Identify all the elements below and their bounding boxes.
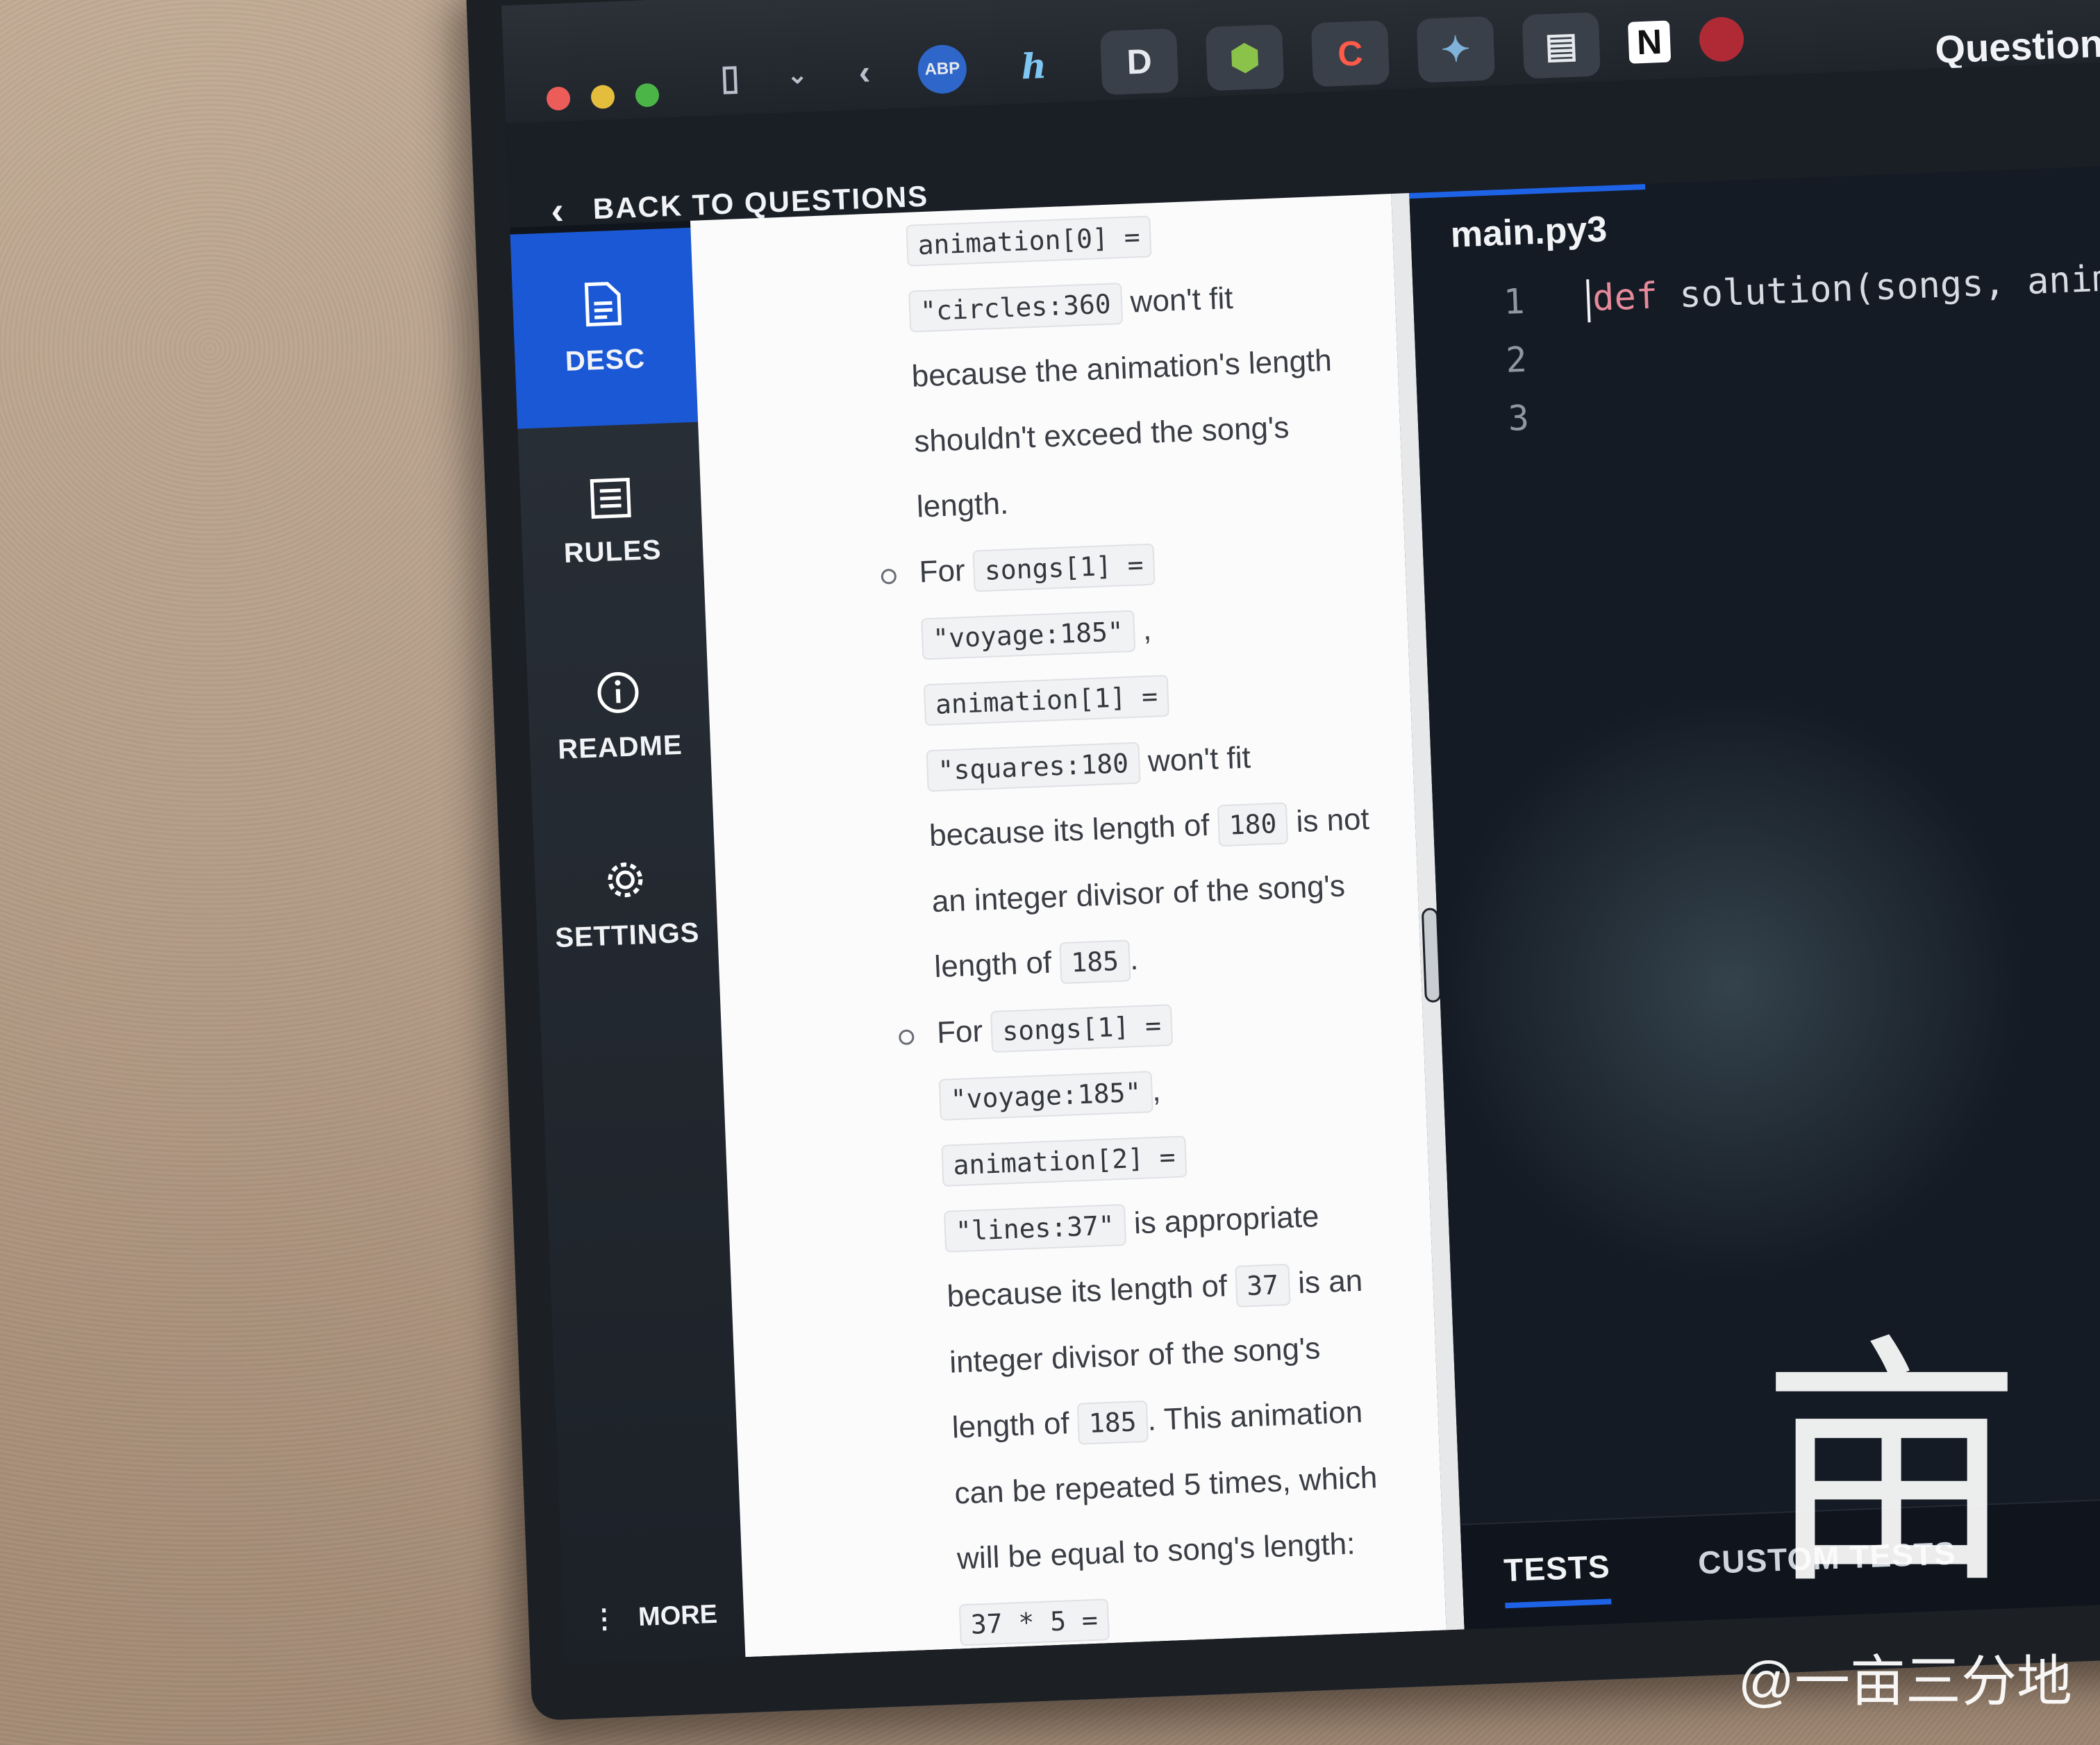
sidebar-item-label: README (557, 729, 683, 765)
inline-code: 185 (1059, 940, 1131, 985)
inline-code: 180 (1217, 802, 1289, 847)
terminal-extension-icon[interactable]: ▤ (1522, 12, 1601, 79)
shield-extension-icon[interactable]: ⬢ (1205, 24, 1285, 92)
more-label: MORE (638, 1599, 718, 1633)
abp-extension-icon[interactable]: ABP (917, 44, 968, 95)
inline-code: "voyage:185" (921, 610, 1135, 660)
desc-text: won't fit (1138, 740, 1251, 779)
bird-extension-icon[interactable]: ✦ (1416, 16, 1496, 83)
desc-text: won't fit (1121, 281, 1234, 320)
line-number: 2 (1505, 339, 1528, 381)
text-caret (1586, 279, 1591, 323)
desc-text: is appropriate (1124, 1199, 1320, 1241)
minimize-window-button[interactable] (590, 84, 615, 110)
desc-text: because the animation's length shouldn't… (910, 343, 1333, 524)
inline-code: 37 * 5 = (958, 1598, 1110, 1646)
code-token: solution(songs, anim (1656, 258, 2100, 317)
watermark-logo: 亩 (1760, 1312, 2024, 1620)
more-button[interactable]: ⋮ MORE (590, 1599, 718, 1635)
desc-text: . (1129, 942, 1140, 977)
editor-file-tab[interactable]: main.py3 (1409, 184, 1649, 275)
sidebar-item-label: RULES (563, 534, 662, 569)
desc-bullet-1: For songs[1] = "voyage:185" , animation[… (881, 523, 1380, 1001)
line-number: 3 (1507, 397, 1530, 439)
red-extension-icon[interactable] (1698, 16, 1745, 62)
inline-code: "lines:37" (943, 1203, 1126, 1253)
description-panel: animation[0] = "circles:360 won't fit be… (690, 194, 1447, 1658)
bullet-icon (881, 568, 897, 585)
chevron-left-icon: ‹ (550, 187, 567, 233)
list-icon (590, 477, 631, 519)
gear-icon (608, 862, 643, 897)
h-extension-icon[interactable]: h (994, 33, 1073, 99)
inline-code: "circles:360 (908, 283, 1123, 333)
keyword-token: def (1592, 275, 1659, 320)
sidebar-item-rules[interactable]: RULES (517, 422, 706, 624)
c-extension-icon[interactable]: C (1310, 20, 1390, 87)
chevron-down-icon[interactable]: ⌄ (782, 42, 812, 107)
inline-code: songs[1] = (990, 1004, 1174, 1053)
back-arrow-icon[interactable]: ‹ (839, 40, 890, 106)
desc-text: because its length of (928, 808, 1219, 853)
sidebar-item-label: SETTINGS (554, 917, 701, 953)
sidebar-item-readme[interactable]: README (525, 616, 713, 817)
maximize-window-button[interactable] (635, 83, 660, 108)
notion-extension-icon[interactable]: N (1627, 20, 1672, 64)
sidebar-toggle-icon[interactable]: ▯ (704, 44, 755, 110)
inline-code: "squares:180 (926, 742, 1141, 792)
d-extension-icon[interactable]: D (1099, 28, 1179, 95)
desc-text: For (918, 553, 974, 590)
vertical-dots-icon: ⋮ (590, 1604, 618, 1635)
desc-paragraph-1: animation[0] = "circles:360 won't fit be… (906, 195, 1362, 540)
sidebar-item-label: DESC (565, 342, 646, 377)
close-window-button[interactable] (546, 86, 571, 111)
inline-code: songs[1] = (972, 543, 1156, 592)
desc-text: , (1151, 1073, 1162, 1108)
info-icon (597, 671, 639, 713)
desc-text: For (936, 1014, 992, 1051)
inline-code: 185 (1076, 1400, 1149, 1445)
sidebar-item-desc[interactable]: DESC (510, 227, 699, 429)
desc-text: , (1133, 612, 1152, 647)
window-controls (546, 83, 660, 111)
code-line-1[interactable]: def solution(songs, anim (1586, 249, 2100, 328)
inline-code: animation[1] = (923, 674, 1170, 726)
inline-code: animation[0] = (906, 215, 1152, 267)
line-number: 1 (1503, 281, 1526, 322)
inline-code: animation[2] = (941, 1135, 1188, 1187)
line-number-gutter: 1 2 3 (1482, 272, 1531, 449)
desc-text: because its length of (946, 1268, 1237, 1314)
description-content: animation[0] = "circles:360 won't fit be… (881, 195, 1405, 1658)
inline-code: "voyage:185" (938, 1071, 1153, 1121)
watermark-text: @一亩三分地 (1738, 1651, 2072, 1712)
tab-tests[interactable]: TESTS (1503, 1547, 1612, 1609)
sidebar-item-settings[interactable]: SETTINGS (532, 803, 720, 1005)
desc-bullet-2: For songs[1] = "voyage:185", animation[2… (898, 984, 1405, 1658)
inline-code: 37 (1235, 1263, 1291, 1308)
document-icon (584, 281, 622, 326)
bullet-icon (898, 1029, 915, 1046)
